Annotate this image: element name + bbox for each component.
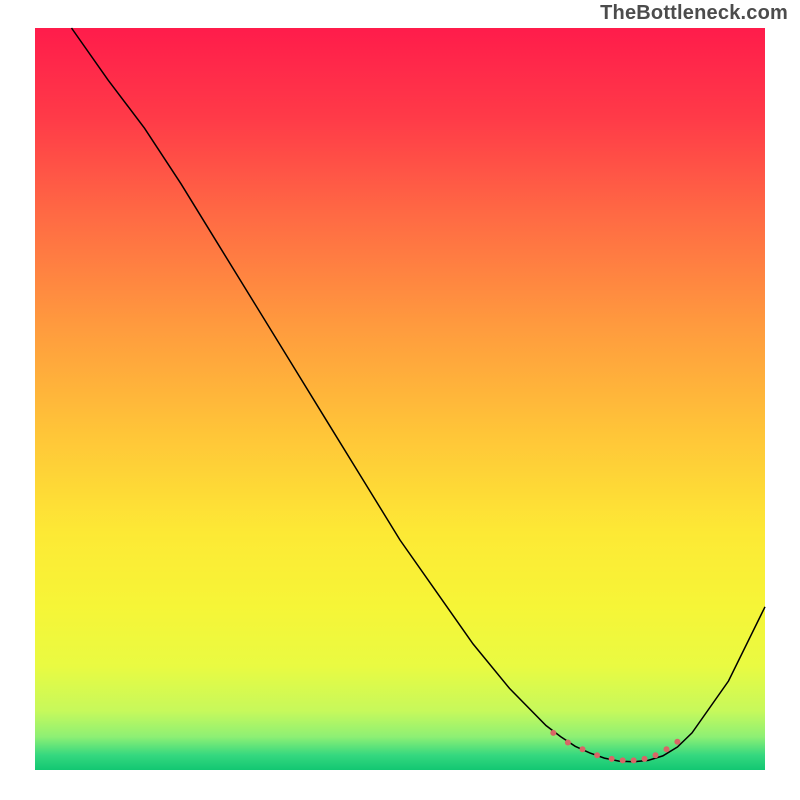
bottleneck-dot: [674, 739, 680, 745]
bottleneck-dot: [550, 730, 556, 736]
bottleneck-dot: [620, 757, 626, 763]
bottleneck-dot: [664, 746, 670, 752]
bottleneck-dot: [631, 757, 637, 763]
bottleneck-dot: [565, 740, 571, 746]
bottleneck-dot: [653, 752, 659, 758]
bottleneck-dot: [594, 752, 600, 758]
chart-gradient-bg: [35, 28, 765, 770]
bottleneck-chart: [0, 0, 800, 800]
bottleneck-dot: [580, 746, 586, 752]
bottleneck-dot: [609, 756, 615, 762]
brand-watermark: TheBottleneck.com: [600, 2, 788, 25]
bottleneck-dot: [642, 756, 648, 762]
